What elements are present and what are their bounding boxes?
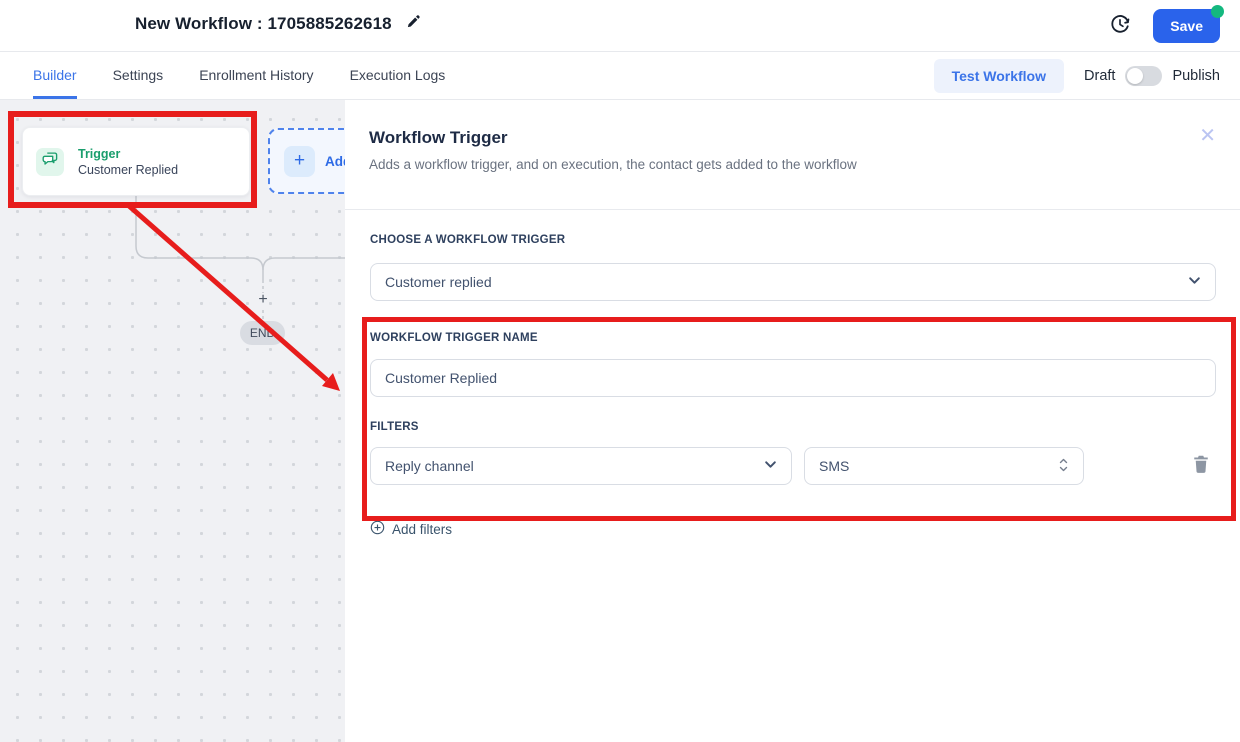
- workflow-canvas[interactable]: Trigger Customer Replied + Add + END: [0, 100, 345, 742]
- annotation-arrow: [0, 100, 345, 742]
- draft-label: Draft: [1084, 68, 1115, 84]
- workflow-tabbar: Builder Settings Enrollment History Exec…: [0, 52, 1240, 100]
- tab-execution-logs[interactable]: Execution Logs: [350, 52, 446, 99]
- app-header: New Workflow : 1705885262618 Save: [0, 0, 1240, 52]
- panel-description: Adds a workflow trigger, and on executio…: [369, 157, 1216, 172]
- trash-icon: [1192, 454, 1210, 479]
- workflow-trigger-select[interactable]: Customer replied: [370, 263, 1216, 301]
- edit-title-button[interactable]: [406, 14, 421, 34]
- trigger-config-panel: Workflow Trigger Adds a workflow trigger…: [345, 100, 1240, 742]
- tab-enrollment-history[interactable]: Enrollment History: [199, 52, 313, 99]
- connector-lines: [0, 100, 345, 742]
- workflow-trigger-select-value: Customer replied: [385, 274, 1188, 290]
- panel-title: Workflow Trigger: [369, 128, 1216, 148]
- save-button[interactable]: Save: [1153, 9, 1220, 43]
- trigger-node-type-label: Trigger: [78, 147, 178, 161]
- tab-settings[interactable]: Settings: [113, 52, 164, 99]
- version-history-button[interactable]: [1109, 13, 1131, 40]
- filter-value-select[interactable]: SMS: [804, 447, 1084, 485]
- chat-bubbles-icon: [42, 151, 59, 173]
- choose-trigger-label: CHOOSE A WORKFLOW TRIGGER: [370, 234, 565, 246]
- publish-label: Publish: [1172, 68, 1220, 84]
- circle-plus-icon: [370, 520, 385, 538]
- tab-builder[interactable]: Builder: [33, 52, 77, 99]
- add-node-button[interactable]: + Add: [268, 128, 345, 194]
- test-workflow-button[interactable]: Test Workflow: [934, 59, 1064, 93]
- plus-icon: +: [284, 146, 315, 177]
- page-title: New Workflow : 1705885262618: [135, 14, 392, 34]
- trigger-node-icon-badge: [36, 148, 64, 176]
- trigger-name-input[interactable]: [370, 359, 1216, 397]
- end-node: END: [240, 321, 285, 345]
- filter-row: Reply channel SMS: [370, 447, 1216, 485]
- delete-filter-button[interactable]: [1192, 454, 1210, 479]
- filter-value-select-value: SMS: [819, 458, 1058, 474]
- add-filters-label: Add filters: [392, 522, 452, 537]
- publish-toggle[interactable]: [1125, 66, 1162, 86]
- filter-field-select-value: Reply channel: [385, 458, 764, 474]
- publish-toggle-knob: [1127, 68, 1143, 84]
- chevron-down-icon: [764, 458, 777, 474]
- filters-label: FILTERS: [370, 421, 1216, 433]
- add-node-label: Add: [325, 154, 345, 169]
- filter-field-select[interactable]: Reply channel: [370, 447, 792, 485]
- close-icon[interactable]: ✕: [1199, 126, 1216, 146]
- history-clock-icon: [1109, 13, 1131, 40]
- save-button-label: Save: [1170, 18, 1203, 34]
- panel-header: Workflow Trigger Adds a workflow trigger…: [345, 100, 1240, 210]
- trigger-node[interactable]: Trigger Customer Replied: [22, 127, 250, 196]
- updown-chevrons-icon: [1058, 457, 1069, 476]
- pencil-icon: [406, 14, 421, 34]
- trigger-node-name: Customer Replied: [78, 163, 178, 177]
- add-filters-button[interactable]: Add filters: [370, 520, 452, 538]
- chevron-down-icon: [1188, 274, 1201, 290]
- trigger-name-label: WORKFLOW TRIGGER NAME: [370, 332, 1216, 344]
- unsaved-changes-badge: [1211, 5, 1224, 18]
- insert-step-button[interactable]: +: [254, 291, 272, 309]
